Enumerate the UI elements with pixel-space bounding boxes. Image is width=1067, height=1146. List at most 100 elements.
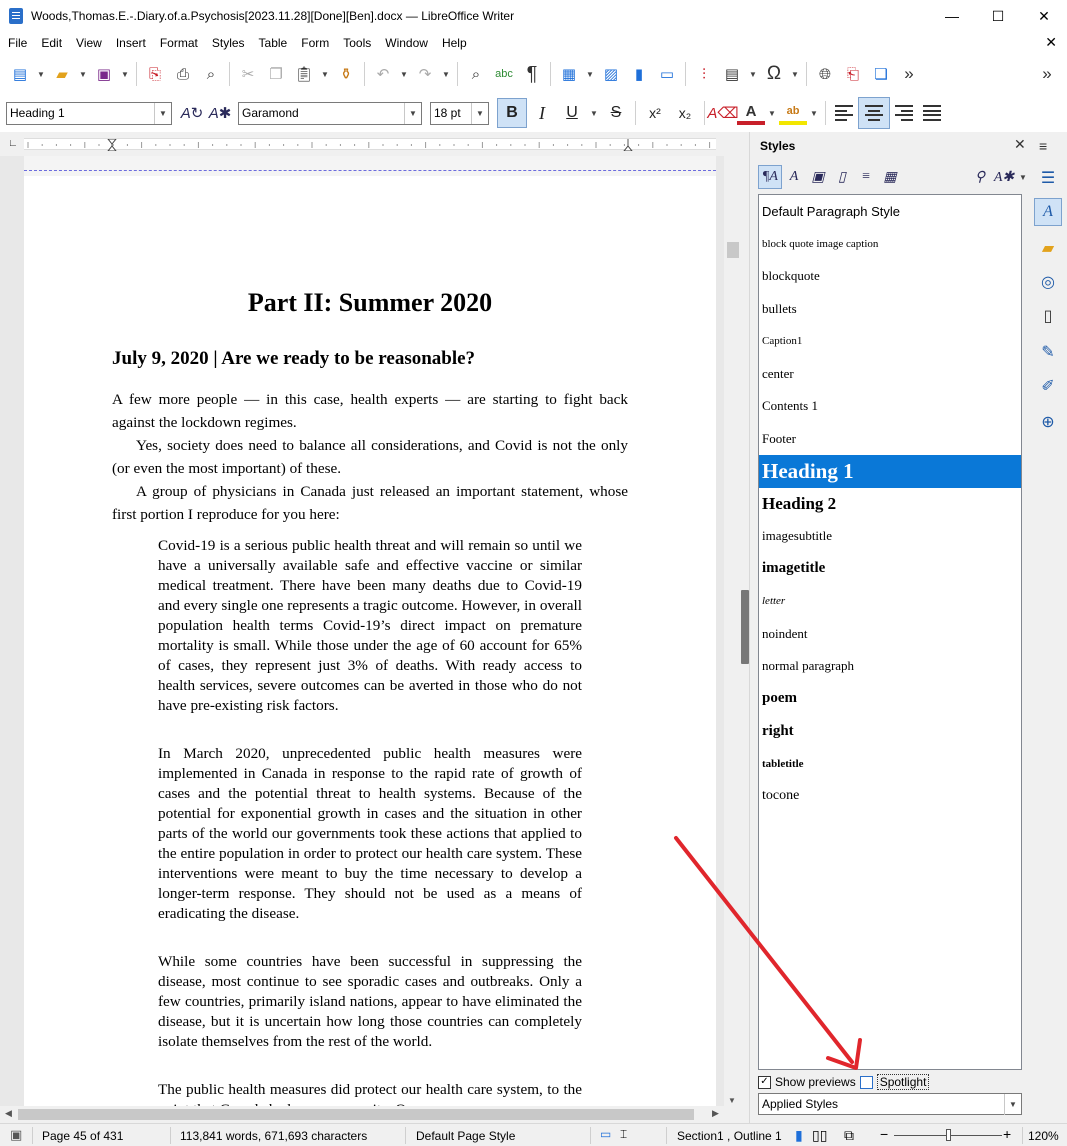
style-item[interactable]: poem <box>759 683 1021 716</box>
find-replace-icon[interactable]: ⌕ <box>462 60 490 88</box>
show-previews-checkbox[interactable]: ✓ <box>758 1075 771 1089</box>
paste-icon[interactable]: 📋︎ <box>290 60 318 88</box>
list-styles-icon[interactable]: ≡ <box>854 165 878 189</box>
styles-deck-icon[interactable]: A <box>1034 198 1062 226</box>
style-item[interactable]: letter <box>759 585 1021 618</box>
style-item[interactable]: noindent <box>759 618 1021 651</box>
blockquote-4[interactable]: The public health measures did protect o… <box>158 1080 582 1106</box>
vertical-scrollbar[interactable]: ▼ <box>724 156 741 1106</box>
open-folder-icon[interactable]: ▰ <box>48 60 76 88</box>
single-page-view-icon[interactable]: ▮ <box>795 1127 803 1144</box>
paragraph-3[interactable]: A group of physicians in Canada just rel… <box>112 480 628 526</box>
italic-button[interactable]: I <box>527 98 557 128</box>
paragraph-2[interactable]: Yes, society does need to balance all co… <box>112 434 628 480</box>
chevron-down-icon[interactable]: ▼ <box>154 102 171 124</box>
horizontal-ruler[interactable]: ∟ <box>0 132 741 156</box>
new-style-icon[interactable]: A✱ <box>206 99 234 127</box>
undo-dropdown-icon[interactable]: ▼ <box>397 60 411 88</box>
font-name-combo[interactable]: Garamond ▼ <box>238 101 422 125</box>
style-item[interactable]: Contents 1 <box>759 390 1021 423</box>
style-item[interactable]: tabletitle <box>759 748 1021 781</box>
export-pdf-icon[interactable]: ⎘ <box>141 60 169 88</box>
align-left-icon[interactable] <box>830 99 858 127</box>
style-item[interactable]: Default Paragraph Style <box>759 195 1021 228</box>
insert-field-icon[interactable]: ▤ <box>718 60 746 88</box>
part-title[interactable]: Part II: Summer 2020 <box>24 288 716 318</box>
frame-styles-icon[interactable]: ▣ <box>806 165 830 189</box>
zoom-in-button[interactable]: + <box>1003 1126 1011 1142</box>
print-icon[interactable]: ⎙ <box>169 60 197 88</box>
insert-mode-icon[interactable]: ⌶ <box>620 1127 627 1142</box>
vertical-scroll-thumb[interactable] <box>727 242 739 258</box>
chevron-down-icon[interactable]: ▼ <box>471 102 488 124</box>
page-style[interactable]: Default Page Style <box>416 1129 515 1143</box>
page-number[interactable]: Page 45 of 431 <box>42 1129 123 1143</box>
multi-page-view-icon[interactable]: ▯▯ <box>812 1127 827 1144</box>
insert-table-icon[interactable]: ▦ <box>555 60 583 88</box>
style-item[interactable]: tocone <box>759 780 1021 813</box>
style-item[interactable]: imagetitle <box>759 553 1021 586</box>
font-color-dropdown-icon[interactable]: ▼ <box>765 99 779 127</box>
comment-icon[interactable]: ❏ <box>867 60 895 88</box>
menu-form[interactable]: Form <box>293 36 335 50</box>
formatting-marks-icon[interactable]: ¶ <box>518 60 546 88</box>
document-area[interactable]: Part II: Summer 2020 July 9, 2020 | Are … <box>0 156 741 1106</box>
navigator-deck-icon[interactable]: ◎ <box>1034 268 1062 296</box>
menu-file[interactable]: File <box>0 36 33 50</box>
toolbar-overflow-icon[interactable]: » <box>1033 60 1061 88</box>
menu-styles[interactable]: Styles <box>204 36 251 50</box>
subscript-button[interactable]: x₂ <box>670 98 700 128</box>
hyperlink-icon[interactable]: 🌐︎ <box>811 60 839 88</box>
menu-window[interactable]: Window <box>377 36 434 50</box>
clear-formatting-icon[interactable]: A⌫ <box>707 99 738 127</box>
entry-heading[interactable]: July 9, 2020 | Are we ready to be reason… <box>112 348 475 370</box>
cut-icon[interactable]: ✂ <box>234 60 262 88</box>
spotlight-checkbox[interactable] <box>859 1075 873 1089</box>
menu-help[interactable]: Help <box>434 36 473 50</box>
highlight-dropdown-icon[interactable]: ▼ <box>807 99 821 127</box>
page-styles-icon[interactable]: ▯ <box>830 165 854 189</box>
menu-format[interactable]: Format <box>152 36 204 50</box>
zoom-slider-handle[interactable] <box>946 1129 951 1141</box>
style-list[interactable]: Default Paragraph Style block quote imag… <box>758 194 1022 1070</box>
blockquote-2[interactable]: In March 2020, unprecedented public heal… <box>158 744 582 924</box>
design-deck-icon[interactable]: ⊕ <box>1034 408 1062 436</box>
bold-button[interactable]: B <box>497 98 527 128</box>
save-dropdown-icon[interactable]: ▼ <box>118 60 132 88</box>
menu-insert[interactable]: Insert <box>108 36 152 50</box>
table-dropdown-icon[interactable]: ▼ <box>583 60 597 88</box>
style-filter-combo[interactable]: Applied Styles ▼ <box>758 1093 1022 1115</box>
style-item[interactable]: block quote image caption <box>759 228 1021 261</box>
scroll-right-icon[interactable]: ▶ <box>712 1108 719 1119</box>
document-page[interactable]: Part II: Summer 2020 July 9, 2020 | Are … <box>24 156 716 1106</box>
insert-image-icon[interactable]: ▨ <box>597 60 625 88</box>
paragraph-styles-icon[interactable]: ¶A <box>758 165 782 189</box>
page-break-icon[interactable]: ⫶ <box>690 60 718 88</box>
underline-button[interactable]: U <box>557 98 587 128</box>
print-preview-icon[interactable]: ⌕ <box>197 60 225 88</box>
properties-deck-icon[interactable]: ☰ <box>1034 164 1062 192</box>
style-item[interactable]: Caption1 <box>759 325 1021 358</box>
insert-textbox-icon[interactable]: ▭ <box>653 60 681 88</box>
chevron-down-icon[interactable]: ▼ <box>1004 1093 1021 1115</box>
menu-view[interactable]: View <box>68 36 108 50</box>
undo-icon[interactable]: ↶ <box>369 60 397 88</box>
footnote-icon[interactable]: ⎗ <box>839 60 867 88</box>
zoom-level[interactable]: 120% <box>1028 1129 1059 1143</box>
special-char-dropdown-icon[interactable]: ▼ <box>788 60 802 88</box>
style-item[interactable]: bullets <box>759 293 1021 326</box>
highlight-color-icon[interactable]: ab <box>779 101 807 125</box>
insert-chart-icon[interactable]: ▮ <box>625 60 653 88</box>
gallery-deck-icon[interactable]: ▰ <box>1034 234 1062 262</box>
selection-mode-icon[interactable]: ▭ <box>600 1127 611 1141</box>
blockquote-1[interactable]: Covid-19 is a serious public health thre… <box>158 536 582 716</box>
style-item[interactable]: Heading 2 <box>759 488 1021 521</box>
manage-changes-deck-icon[interactable]: ✐ <box>1034 372 1062 400</box>
style-actions-dropdown-icon[interactable]: ▼ <box>1016 163 1030 191</box>
minimize-button[interactable]: — <box>929 0 975 32</box>
paragraph-style-combo[interactable]: Heading 1 ▼ <box>6 101 172 125</box>
field-dropdown-icon[interactable]: ▼ <box>746 60 760 88</box>
menu-table[interactable]: Table <box>251 36 294 50</box>
paragraph-1[interactable]: A few more people — in this case, health… <box>112 388 628 434</box>
copy-icon[interactable]: ❐ <box>262 60 290 88</box>
